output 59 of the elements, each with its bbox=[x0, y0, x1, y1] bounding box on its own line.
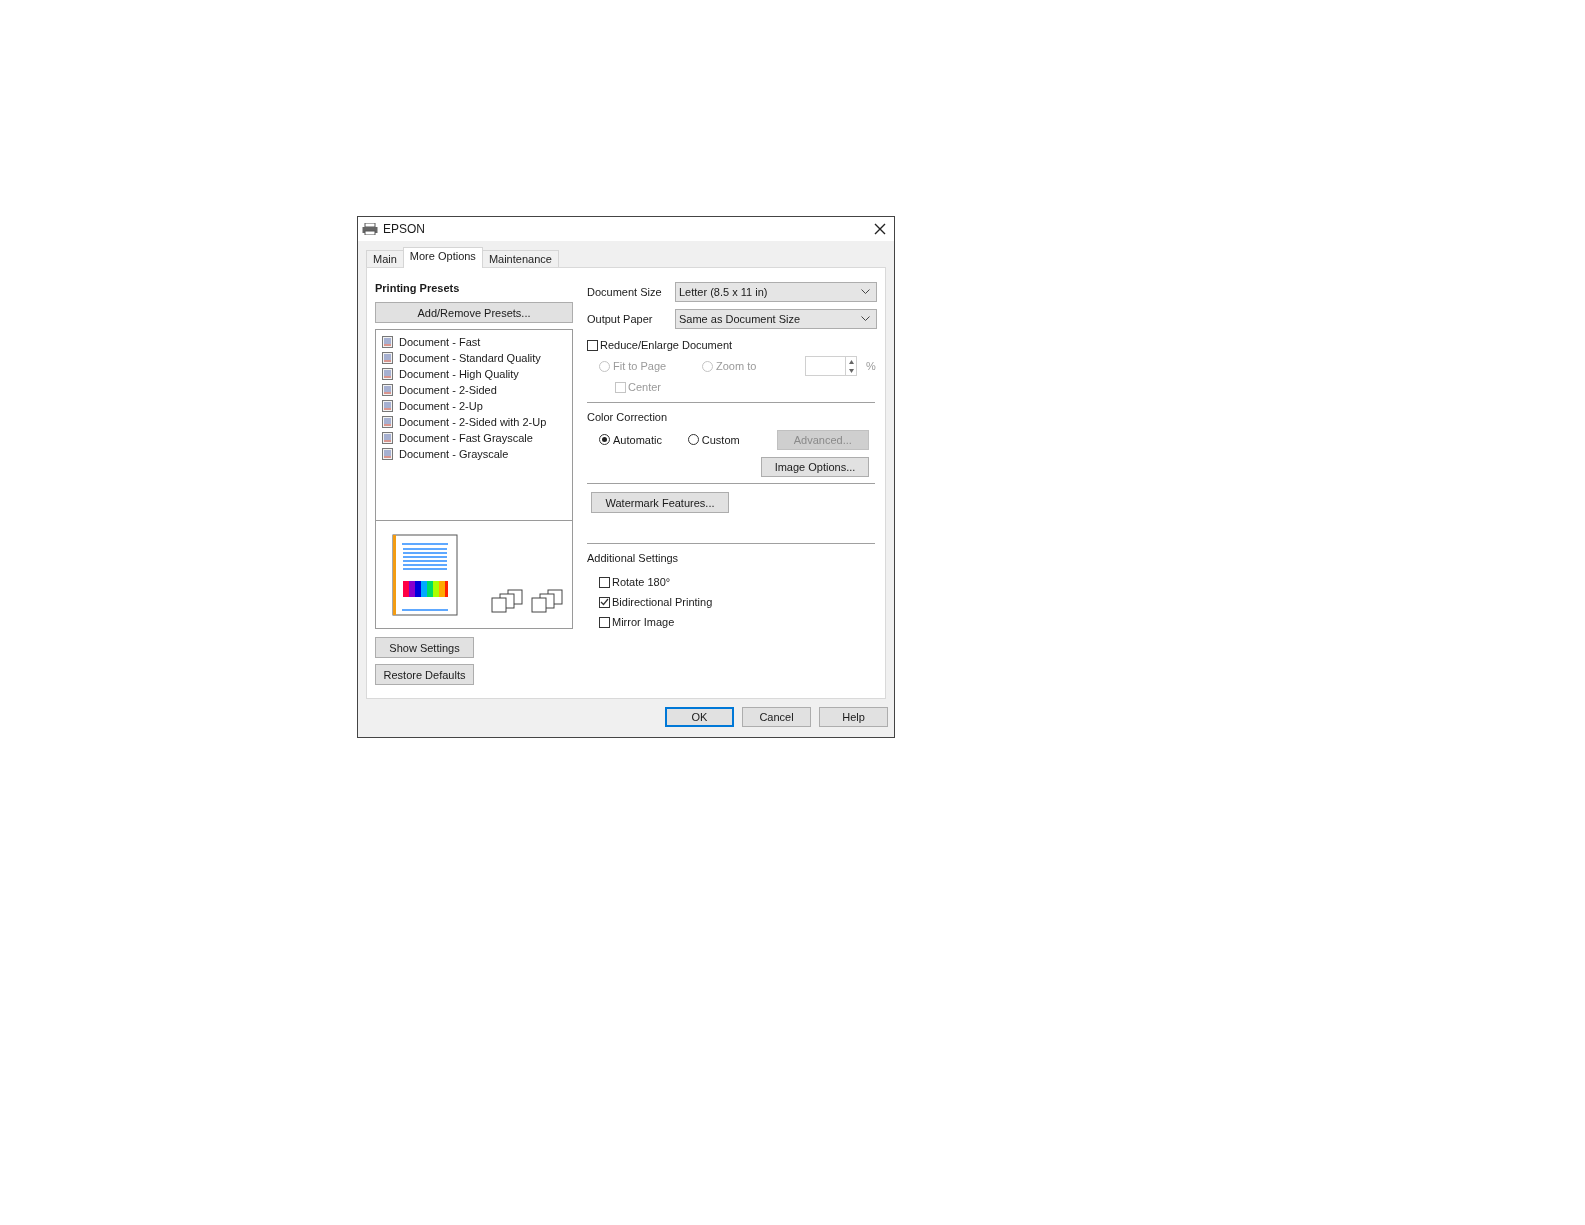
checkbox[interactable] bbox=[587, 339, 598, 351]
document-size-dropdown[interactable]: Letter (8.5 x 11 in) bbox=[675, 282, 877, 302]
document-icon bbox=[382, 448, 393, 460]
document-icon bbox=[382, 368, 393, 380]
preset-item[interactable]: Document - 2-Sided bbox=[399, 384, 497, 396]
checkbox-label: Rotate 180° bbox=[612, 576, 671, 588]
checkbox[interactable] bbox=[599, 576, 610, 588]
percent-label: % bbox=[866, 360, 876, 372]
checkbox-label: Mirror Image bbox=[612, 616, 675, 628]
dialog-button[interactable]: Cancel bbox=[742, 707, 811, 727]
radio-label: Fit to Page bbox=[613, 360, 667, 372]
spin-up-icon bbox=[848, 359, 854, 364]
checkbox[interactable] bbox=[599, 596, 610, 608]
image-options-button[interactable]: Image Options... bbox=[761, 457, 869, 477]
document-icon bbox=[382, 432, 393, 444]
tab[interactable]: More Options bbox=[402, 247, 483, 268]
checkbox-label: Bidirectional Printing bbox=[612, 596, 713, 608]
watermark-features-button[interactable]: Watermark Features... bbox=[591, 492, 729, 513]
dialog-button[interactable]: Help bbox=[819, 707, 888, 727]
document-icon bbox=[382, 400, 393, 412]
preset-item[interactable]: Document - Grayscale bbox=[399, 448, 509, 460]
document-icon bbox=[382, 416, 393, 428]
output-paper-dropdown[interactable]: Same as Document Size bbox=[675, 309, 877, 329]
checkbox[interactable] bbox=[599, 616, 610, 628]
document-icon bbox=[382, 336, 393, 348]
close-icon[interactable] bbox=[874, 223, 886, 235]
show-settings-button[interactable]: Show Settings bbox=[375, 637, 474, 658]
document-icon bbox=[382, 352, 393, 364]
spin-down-icon bbox=[848, 368, 854, 373]
preset-item[interactable]: Document - Fast Grayscale bbox=[399, 432, 533, 444]
preset-item[interactable]: Document - Standard Quality bbox=[399, 352, 541, 364]
radio-button[interactable] bbox=[687, 434, 699, 445]
collated-copies-icon bbox=[490, 588, 524, 614]
chevron-down-icon bbox=[861, 289, 870, 295]
checkbox-label: Center bbox=[628, 381, 662, 393]
restore-defaults-button[interactable]: Restore Defaults bbox=[375, 664, 474, 685]
preset-item[interactable]: Document - 2-Sided with 2-Up bbox=[399, 416, 547, 428]
section-title: Printing Presets bbox=[375, 282, 461, 294]
preset-item[interactable]: Document - High Quality bbox=[399, 368, 519, 380]
radio-label: Zoom to bbox=[716, 360, 757, 372]
section-title: Color Correction bbox=[587, 411, 669, 425]
radio-button[interactable] bbox=[599, 434, 610, 445]
printer-icon bbox=[362, 223, 378, 235]
radio-label: Automatic bbox=[613, 433, 662, 446]
radio-label: Custom bbox=[701, 433, 740, 446]
preset-item[interactable]: Document - Fast bbox=[399, 336, 481, 348]
collated-copies-icon bbox=[530, 588, 564, 614]
chevron-down-icon bbox=[861, 316, 870, 322]
window-title: EPSON bbox=[383, 222, 425, 236]
checkbox-label: Reduce/Enlarge Document bbox=[600, 339, 733, 351]
tab[interactable]: Main bbox=[366, 250, 404, 267]
preset-item[interactable]: Document - 2-Up bbox=[399, 400, 483, 412]
document-icon bbox=[382, 384, 393, 396]
field-label: Document Size bbox=[587, 286, 663, 298]
section-title: Additional Settings bbox=[587, 552, 680, 566]
add-remove-presets-button[interactable]: Add/Remove Presets... bbox=[375, 302, 573, 323]
tab[interactable]: Maintenance bbox=[481, 250, 559, 267]
field-label: Output Paper bbox=[587, 313, 654, 325]
dialog-button[interactable]: OK bbox=[665, 707, 734, 727]
